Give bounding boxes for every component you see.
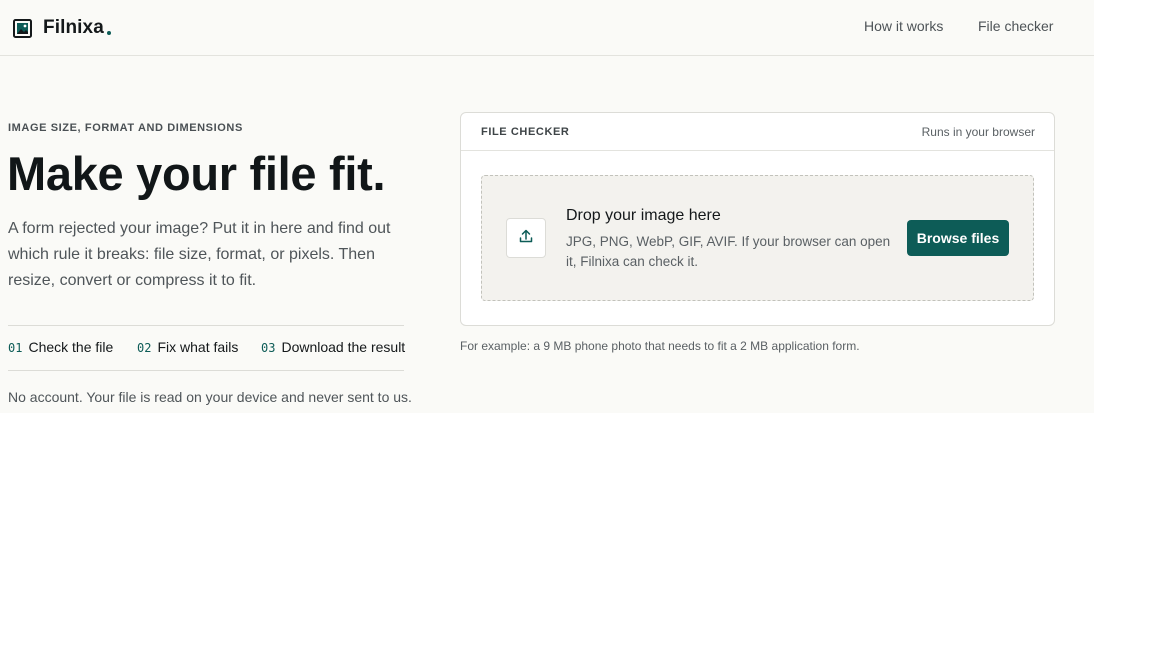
step-label: Fix what fails [157, 339, 239, 355]
brand-name: Filnixa [43, 17, 104, 38]
dropzone-description: JPG, PNG, WebP, GIF, AVIF. If your brows… [566, 234, 891, 269]
image-dropzone[interactable]: Drop your image here JPG, PNG, WebP, GIF… [481, 175, 1034, 301]
step-number: 03 [261, 341, 276, 355]
file-checker-title: FILE CHECKER [481, 126, 570, 138]
site-header: Filnixa How it works File checker [0, 0, 1094, 56]
upload-icon-button[interactable] [506, 218, 546, 258]
step-number: 02 [137, 341, 152, 355]
dropzone-title: Drop your image here [566, 207, 721, 224]
brand-dot [106, 31, 111, 35]
step-number: 01 [8, 341, 23, 355]
brand-logo-link[interactable]: Filnixa [13, 16, 111, 40]
privacy-note: No account. Your file is read on your de… [8, 389, 412, 405]
steps-divider-top [8, 325, 404, 326]
hero-description: A form rejected your image? Put it in he… [8, 220, 391, 289]
step-label: Check the file [28, 339, 114, 355]
steps-list: 01 Check the file 02 Fix what fails 03 Down… [8, 339, 408, 359]
step-item-fix: 02 Fix what fails [137, 339, 238, 355]
nav-link-how-it-works[interactable]: How it works [864, 18, 943, 34]
file-checker-header: FILE CHECKER Runs in your browser [461, 113, 1054, 151]
hero-title: Make your file fit. [7, 147, 386, 200]
nav-link-file-checker[interactable]: File checker [978, 18, 1053, 34]
runs-in-browser-note: Runs in your browser [921, 125, 1035, 139]
steps-divider-bottom [8, 370, 404, 371]
step-item-check: 01 Check the file [8, 339, 113, 355]
image-frame-icon [13, 18, 32, 38]
browse-files-button[interactable]: Browse files [907, 220, 1009, 256]
step-label: Download the result [281, 339, 406, 355]
file-checker-card: FILE CHECKER Runs in your browser Drop y… [460, 112, 1055, 326]
upload-icon [518, 228, 534, 249]
step-item-download: 03 Download the result [261, 339, 405, 355]
example-caption: For example: a 9 MB phone photo that nee… [460, 339, 860, 353]
hero-eyebrow: IMAGE SIZE, FORMAT AND DIMENSIONS [8, 122, 243, 134]
